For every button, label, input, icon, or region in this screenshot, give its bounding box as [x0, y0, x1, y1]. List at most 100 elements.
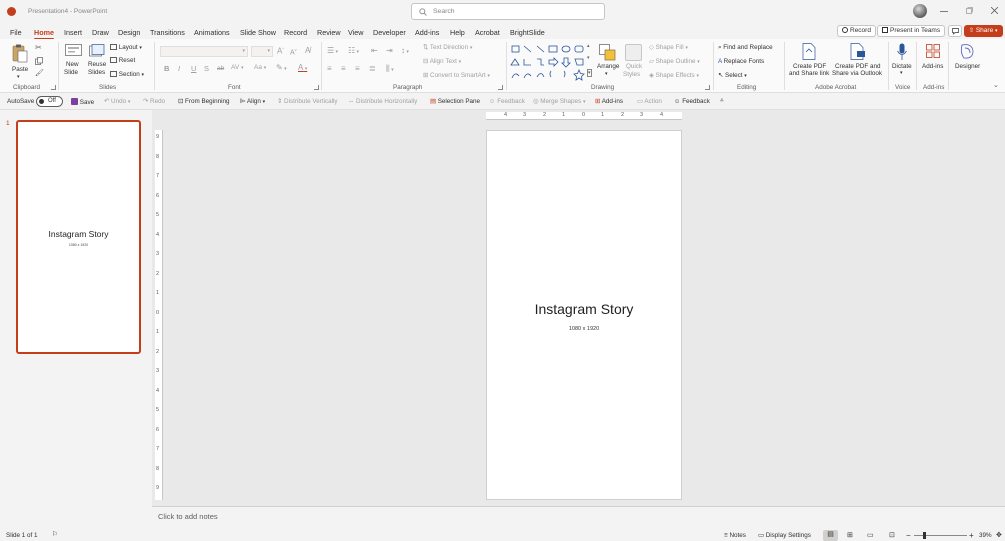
reading-view-icon[interactable]: ▭ [867, 531, 874, 539]
fit-to-window-icon[interactable]: ✥ [996, 531, 1002, 539]
slide-title[interactable]: Instagram Story [487, 301, 681, 317]
align-center-icon[interactable]: ≡ [341, 64, 346, 73]
character-spacing-button[interactable]: AV ▾ [231, 64, 244, 71]
underline-button[interactable]: U [191, 64, 196, 73]
tab-view[interactable]: View [348, 28, 363, 37]
zoom-in-button[interactable]: + [969, 531, 974, 540]
scroll-up-icon[interactable]: ▴ [587, 43, 590, 49]
dictate-button[interactable]: Dictate [892, 63, 912, 70]
section-button[interactable]: Section ▾ [110, 71, 144, 78]
shadow-button[interactable]: S [204, 64, 209, 73]
designer-icon[interactable] [960, 43, 975, 60]
paste-button[interactable]: Paste [12, 66, 28, 73]
notes-pane[interactable]: Click to add notes [152, 506, 1005, 526]
columns-icon[interactable]: ⫼ ▾ [386, 64, 394, 74]
selection-pane-button[interactable]: ▤ Selection Pane [430, 98, 480, 105]
new-slide-icon[interactable] [65, 44, 82, 59]
font-dialog-launcher[interactable] [314, 85, 319, 90]
italic-button[interactable]: I [178, 64, 180, 73]
font-name-combobox[interactable]: ▾ [160, 46, 248, 57]
select-button[interactable]: ↖ Select ▾ [718, 72, 747, 79]
shape-fill-button[interactable]: ◇ Shape Fill ▾ [649, 44, 688, 51]
zoom-slider-thumb[interactable] [923, 532, 926, 539]
format-painter-icon[interactable]: 🖌 [35, 69, 44, 77]
layout-button[interactable]: Layout ▾ [110, 44, 142, 51]
feedback-disabled-button[interactable]: ☺ Feedback [489, 98, 525, 105]
undo-button[interactable]: ↶ Undo ▾ [104, 98, 130, 105]
clipboard-dialog-launcher[interactable] [51, 85, 56, 90]
tab-home[interactable]: Home [34, 28, 54, 40]
search-box[interactable]: Search [411, 3, 605, 20]
paste-icon[interactable] [12, 44, 28, 63]
slide-subtitle[interactable]: 1080 x 1920 [487, 326, 681, 332]
zoom-out-button[interactable]: − [906, 531, 911, 540]
share-outlook-icon[interactable] [850, 43, 866, 60]
change-case-button[interactable]: Aa ▾ [254, 64, 266, 71]
restore-icon[interactable] [966, 7, 973, 14]
highlight-icon[interactable]: ✎ ▾ [276, 63, 287, 72]
numbering-icon[interactable]: ☷ ▾ [348, 46, 359, 55]
arrange-icon[interactable] [599, 44, 616, 61]
text-direction-button[interactable]: ⇅ Text Direction ▾ [423, 44, 472, 51]
tab-help[interactable]: Help [450, 28, 465, 37]
tab-animations[interactable]: Animations [194, 28, 230, 37]
from-beginning-button[interactable]: ⊡ From Beginning [178, 98, 229, 105]
slideshow-view-icon[interactable]: ⊡ [889, 531, 895, 539]
normal-view-icon[interactable]: ▤ [823, 530, 838, 541]
reuse-slides-icon[interactable] [89, 44, 105, 59]
convert-smartart-button[interactable]: ⊞ Convert to SmartArt ▾ [423, 72, 490, 79]
tab-insert[interactable]: Insert [64, 28, 82, 37]
decrease-indent-icon[interactable]: ⇤ [371, 46, 378, 55]
shapes-gallery[interactable]: ▴ ▾ ▾ [509, 43, 595, 84]
slide-canvas[interactable]: Instagram Story 1080 x 1920 [486, 130, 682, 500]
justify-icon[interactable]: ≣ [369, 64, 376, 73]
reuse-slides-button[interactable]: Reuse [88, 61, 106, 68]
find-replace-button[interactable]: ⌕ Find and Replace [718, 44, 773, 52]
tab-brightslide[interactable]: BrightSlide [510, 28, 545, 37]
action-button[interactable]: ▭ Action [637, 98, 662, 105]
distribute-horizontally-button[interactable]: ⇔ Distribute Horizontally [348, 98, 417, 105]
quick-styles-icon[interactable] [625, 44, 642, 61]
new-slide-button[interactable]: New [66, 61, 79, 68]
tab-slide-show[interactable]: Slide Show [240, 28, 276, 37]
tab-add-ins[interactable]: Add-ins [415, 28, 439, 37]
create-pdf-share-outlook-button[interactable]: Create PDF and [835, 63, 881, 70]
slide-sorter-icon[interactable]: ⊞ [847, 531, 853, 539]
font-color-icon[interactable]: A ▾ [298, 63, 307, 72]
feedback-button[interactable]: ☺ Feedback [674, 98, 710, 105]
redo-button[interactable]: ↷ Redo [143, 98, 165, 105]
minimize-icon[interactable] [940, 9, 948, 14]
font-size-combobox[interactable]: ▾ [251, 46, 273, 57]
accessibility-icon[interactable]: ⚐ [52, 531, 58, 538]
scroll-down-icon[interactable]: ▾ [587, 55, 590, 61]
clear-formatting-icon[interactable]: A̸ [305, 46, 310, 55]
paragraph-dialog-launcher[interactable] [498, 85, 503, 90]
shape-outline-button[interactable]: ▱ Shape Outline ▾ [649, 58, 700, 65]
slide-thumbnail[interactable]: Instagram Story 1080 x 1920 [16, 120, 141, 354]
designer-button[interactable]: Designer [955, 63, 980, 70]
tab-design[interactable]: Design [118, 28, 140, 37]
save-button[interactable]: Save [71, 98, 94, 106]
add-ins-qat-button[interactable]: ⊞ Add-ins [595, 98, 623, 105]
display-settings-button[interactable]: ▭ Display Settings [758, 532, 811, 539]
reset-button[interactable]: Reset [110, 57, 135, 64]
bullets-icon[interactable]: ☰ ▾ [327, 46, 338, 55]
collapse-ribbon-icon[interactable]: ⌄ [993, 81, 999, 89]
arrange-button[interactable]: Arrange [597, 63, 619, 70]
close-icon[interactable] [991, 7, 998, 14]
zoom-slider[interactable] [914, 532, 967, 539]
user-avatar[interactable] [913, 4, 927, 18]
create-pdf-icon[interactable] [802, 43, 816, 60]
line-spacing-icon[interactable]: ↕ ▾ [401, 46, 409, 55]
align-text-button[interactable]: ⊟ Align Text ▾ [423, 58, 461, 65]
drawing-dialog-launcher[interactable] [705, 85, 710, 90]
more-shapes-icon[interactable]: ▾ [587, 69, 592, 77]
tab-review[interactable]: Review [317, 28, 341, 37]
distribute-vertically-button[interactable]: ⇕ Distribute Vertically [277, 98, 338, 105]
tab-draw[interactable]: Draw [92, 28, 109, 37]
tab-record[interactable]: Record [284, 28, 307, 37]
create-pdf-share-link-button[interactable]: Create PDF [793, 63, 826, 70]
add-ins-icon[interactable] [926, 44, 940, 58]
customize-qat-icon[interactable]: ⩡ [720, 97, 724, 105]
align-left-icon[interactable]: ≡ [327, 64, 332, 73]
